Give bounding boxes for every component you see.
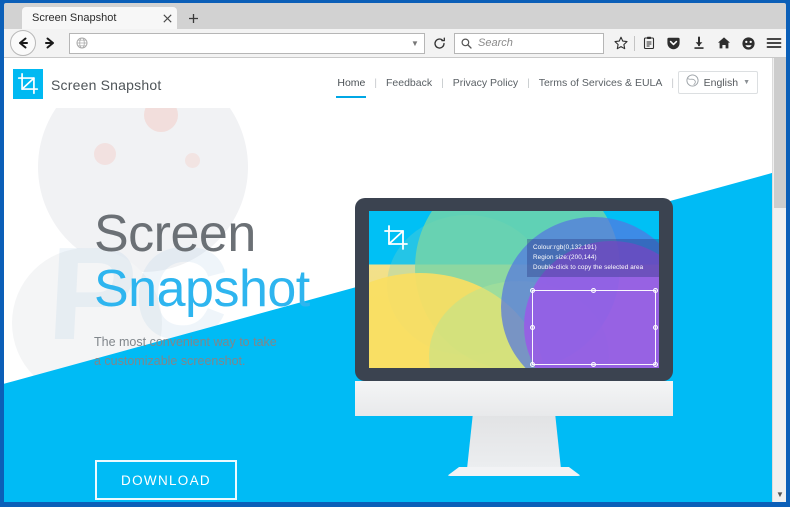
hero-text-block: Screen Snapshot The most convenient way …	[94, 208, 310, 371]
selection-rectangle[interactable]	[530, 288, 658, 367]
tab-screen-snapshot[interactable]: Screen Snapshot	[22, 7, 177, 29]
nav-separator: |	[671, 77, 674, 89]
nav-item-terms-eula[interactable]: Terms of Services & EULA	[530, 58, 672, 108]
selection-handle[interactable]	[653, 362, 658, 367]
main-navigation: Home | Feedback | Privacy Policy | Terms…	[328, 58, 674, 108]
search-bar[interactable]: Search	[454, 32, 604, 54]
scrollbar-thumb[interactable]	[774, 58, 786, 208]
monitor-base	[355, 381, 673, 416]
browser-toolbar: ▼ Search	[4, 29, 786, 58]
hero-subheadline-line1: The most convenient way to take	[94, 334, 277, 349]
web-page: PC risk.com Screen Snapshot The most con…	[4, 58, 772, 502]
decorative-circle	[185, 153, 200, 168]
address-bar-dropdown-icon[interactable]: ▼	[406, 39, 424, 48]
selection-handle[interactable]	[530, 362, 535, 367]
selection-handle[interactable]	[530, 288, 535, 293]
monitor-illustration: Colour:rgb(0,132,191) Region size:(200,1…	[355, 198, 673, 476]
downloads-arrow-icon[interactable]	[686, 30, 711, 56]
site-brand-name: Screen Snapshot	[51, 77, 162, 93]
tooltip-region-size: Region size:(200,144)	[533, 253, 597, 261]
selection-tooltip: Colour:rgb(0,132,191) Region size:(200,1…	[527, 239, 659, 278]
hero-headline-line1: Screen	[94, 205, 256, 263]
hero-subheadline: The most convenient way to take a custom…	[94, 333, 310, 372]
search-icon	[461, 38, 472, 49]
download-button[interactable]: DOWNLOAD	[95, 460, 237, 500]
feedback-smiley-icon[interactable]	[736, 30, 761, 56]
hamburger-menu-icon[interactable]	[761, 30, 786, 56]
selection-handle[interactable]	[591, 362, 596, 367]
reading-list-icon[interactable]	[636, 30, 661, 56]
hero-section: PC risk.com Screen Snapshot The most con…	[4, 108, 772, 502]
decorative-circle	[94, 143, 116, 165]
decorative-circle	[144, 108, 178, 132]
globe-icon	[76, 37, 88, 49]
monitor-stand-neck	[467, 416, 561, 469]
tooltip-colour-value: Colour:rgb(0,132,191)	[533, 244, 597, 251]
monitor-stand-foot	[447, 467, 581, 476]
browser-window: Screen Snapshot ▼ Search PC Screen Snaps…	[0, 0, 790, 507]
hero-subheadline-line2: a customizable screenshot.	[94, 353, 246, 368]
selection-handle[interactable]	[653, 288, 658, 293]
toolbar-separator	[634, 35, 635, 51]
nav-item-feedback[interactable]: Feedback	[377, 58, 441, 108]
reload-button[interactable]	[428, 32, 450, 54]
site-logo-icon[interactable]	[13, 69, 43, 99]
bookmark-star-icon[interactable]	[608, 30, 633, 56]
chevron-down-icon[interactable]: ▼	[743, 79, 750, 86]
scrollbar-down-arrow-icon[interactable]: ▼	[773, 488, 786, 500]
monitor-screen: Colour:rgb(0,132,191) Region size:(200,1…	[369, 211, 659, 368]
selection-handle[interactable]	[591, 288, 596, 293]
language-label: English	[703, 76, 739, 89]
selection-handle[interactable]	[530, 324, 535, 330]
globe-icon	[686, 73, 699, 92]
monitor-bezel: Colour:rgb(0,132,191) Region size:(200,1…	[355, 198, 673, 381]
download-button-label: DOWNLOAD	[121, 472, 211, 488]
language-selector[interactable]: English ▼	[677, 71, 758, 94]
tab-strip: Screen Snapshot	[4, 3, 786, 29]
tooltip-hint: Double-click to copy the selected area	[533, 263, 644, 271]
search-placeholder: Search	[478, 37, 513, 49]
page-scrollbar[interactable]: ▼	[772, 58, 786, 502]
monitor-stand	[355, 416, 673, 476]
tab-close-icon[interactable]	[157, 8, 177, 28]
page-viewport: PC risk.com Screen Snapshot The most con…	[4, 58, 786, 502]
tab-title: Screen Snapshot	[32, 12, 117, 24]
nav-item-privacy-policy[interactable]: Privacy Policy	[444, 58, 527, 108]
selection-handle[interactable]	[653, 324, 658, 330]
site-header: Screen Snapshot Home | Feedback | Privac…	[4, 58, 772, 108]
home-icon[interactable]	[711, 30, 736, 56]
nav-item-home[interactable]: Home	[328, 58, 374, 108]
crop-screenshot-icon	[383, 225, 409, 256]
hero-headline-line2: Snapshot	[94, 260, 310, 318]
address-bar[interactable]: ▼	[69, 32, 425, 54]
new-tab-button[interactable]	[182, 7, 204, 29]
forward-button[interactable]	[37, 30, 63, 56]
toolbar-icon-group	[608, 30, 786, 56]
pocket-shield-icon[interactable]	[661, 30, 686, 56]
back-button[interactable]	[10, 30, 36, 56]
